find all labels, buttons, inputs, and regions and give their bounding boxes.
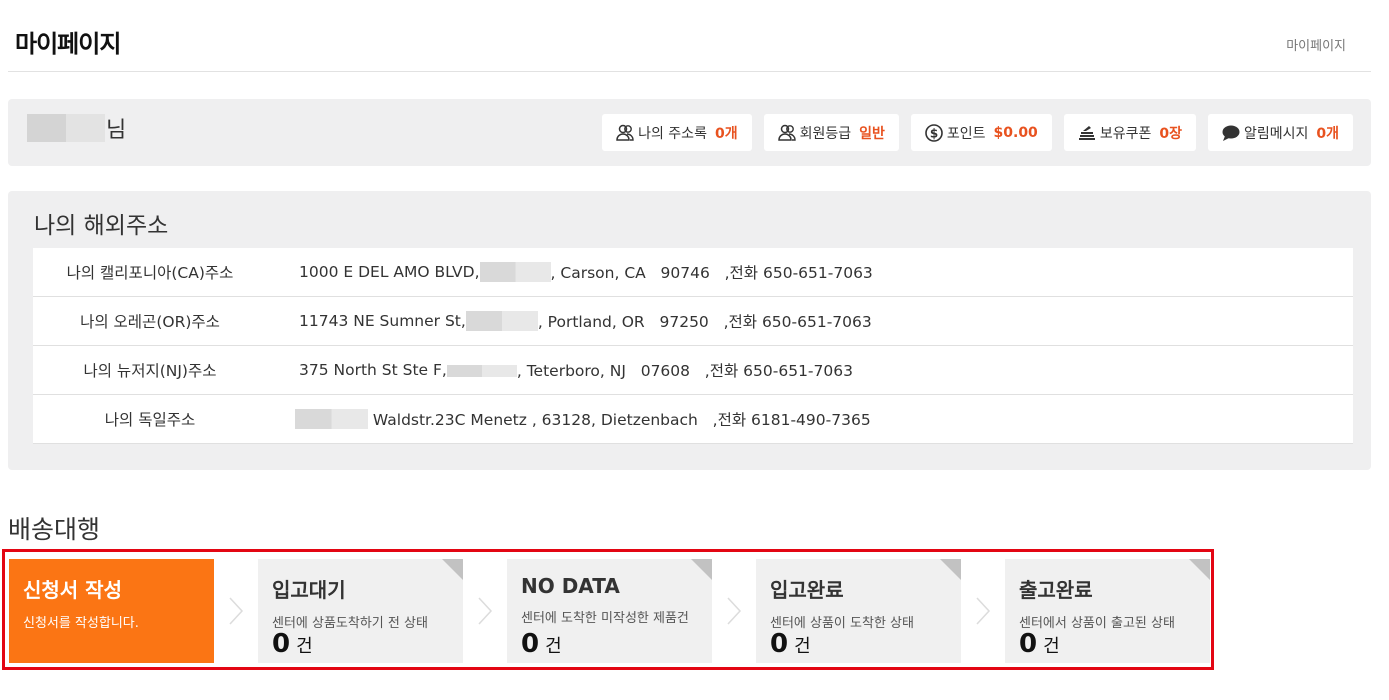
page-header: 마이페이지 마이페이지 <box>8 0 1371 72</box>
stat-value: $0.00 <box>993 124 1038 141</box>
stat-value: 0개 <box>1316 125 1339 142</box>
stat-coupons[interactable]: 보유쿠폰 0장 <box>1063 114 1196 151</box>
corner-fold-icon <box>442 559 463 580</box>
redacted-suite <box>295 409 368 429</box>
step-shipped[interactable]: 출고완료 센터에서 상품이 출고된 상태 0건 <box>1005 559 1210 663</box>
address-table: 나의 캘리포니아(CA)주소 1000 E DEL AMO BLVD, , Ca… <box>33 248 1353 444</box>
chevron-right-icon <box>463 559 507 663</box>
step-application[interactable]: 신청서 작성 신청서를 작성합니다. <box>9 559 214 663</box>
step-count-value: 0 <box>770 629 789 659</box>
user-name: 님 <box>27 113 126 143</box>
user-summary-bar: 님 나의 주소록 0개 회원등급 일반 $ 포인트 $0.00 보유쿠폰 0장 … <box>8 99 1371 166</box>
address-text: Waldstr.23C Menetz , 63128, Dietzenbach … <box>368 411 871 429</box>
address-value[interactable]: 11743 NE Sumner St, , Portland, OR 97250… <box>299 310 872 332</box>
address-row-ca: 나의 캘리포니아(CA)주소 1000 E DEL AMO BLVD, , Ca… <box>33 248 1353 297</box>
step-awaiting-arrival[interactable]: 입고대기 센터에 상품도착하기 전 상태 0건 <box>258 559 463 663</box>
step-title: 신청서 작성 <box>23 578 122 602</box>
address-label: 나의 뉴저지(NJ)주소 <box>83 362 217 380</box>
step-count: 0건 <box>770 629 811 659</box>
address-row-or: 나의 오레곤(OR)주소 11743 NE Sumner St, , Portl… <box>33 297 1353 346</box>
users-icon <box>776 122 798 144</box>
address-row-nj: 나의 뉴저지(NJ)주소 375 North St Ste F, , Teter… <box>33 346 1353 395</box>
step-count-value: 0 <box>521 629 540 659</box>
step-title: 입고완료 <box>770 578 844 602</box>
chevron-right-icon <box>961 559 1005 663</box>
users-icon <box>614 122 636 144</box>
address-value[interactable]: Waldstr.23C Menetz , 63128, Dietzenbach … <box>295 408 871 430</box>
stat-label: 포인트 <box>946 125 986 142</box>
address-text: 375 North St Ste F, <box>299 361 447 379</box>
address-label: 나의 캘리포니아(CA)주소 <box>66 264 234 282</box>
corner-fold-icon <box>940 559 961 580</box>
coupon-stack-icon <box>1076 122 1098 144</box>
user-name-suffix: 님 <box>106 118 127 143</box>
address-value[interactable]: 375 North St Ste F, , Teterboro, NJ 0760… <box>299 359 853 381</box>
stat-points[interactable]: $ 포인트 $0.00 <box>910 114 1052 151</box>
svg-text:$: $ <box>930 126 938 140</box>
step-count-value: 0 <box>272 629 291 659</box>
shipping-steps-highlight: 신청서 작성 신청서를 작성합니다. 입고대기 센터에 상품도착하기 전 상태 … <box>2 549 1214 670</box>
redacted-username <box>27 114 105 142</box>
step-description: 신청서를 작성합니다. <box>23 616 139 631</box>
chevron-right-icon <box>214 559 258 663</box>
stat-notifications[interactable]: 알림메시지 0개 <box>1207 114 1353 151</box>
step-count-unit: 건 <box>545 636 562 657</box>
step-count-value: 0 <box>1019 629 1038 659</box>
address-text: 1000 E DEL AMO BLVD, <box>299 263 480 281</box>
stat-label: 나의 주소록 <box>638 125 707 142</box>
breadcrumb[interactable]: 마이페이지 <box>1286 35 1346 54</box>
address-text: , Teterboro, NJ 07608 ,전화 650-651-7063 <box>516 362 853 380</box>
address-value[interactable]: 1000 E DEL AMO BLVD, , Carson, CA 90746 … <box>299 261 873 283</box>
step-no-data[interactable]: NO DATA 센터에 도착한 미작성한 제품건 0건 <box>507 559 712 663</box>
redacted-suite <box>446 365 517 377</box>
step-count: 0건 <box>1019 629 1060 659</box>
page-title: 마이페이지 <box>15 30 121 58</box>
stat-address-book[interactable]: 나의 주소록 0개 <box>602 114 752 151</box>
stat-label: 보유쿠폰 <box>1099 125 1152 142</box>
address-label: 나의 독일주소 <box>104 411 196 429</box>
shipping-steps: 신청서 작성 신청서를 작성합니다. 입고대기 센터에 상품도착하기 전 상태 … <box>9 559 1210 663</box>
step-count: 0건 <box>521 629 562 659</box>
speech-bubble-icon <box>1220 122 1242 144</box>
section-title: 나의 해외주소 <box>34 213 169 239</box>
step-arrived[interactable]: 입고완료 센터에 상품이 도착한 상태 0건 <box>756 559 961 663</box>
stat-value: 0개 <box>714 125 738 142</box>
address-label: 나의 오레곤(OR)주소 <box>80 313 220 331</box>
stat-value: 일반 <box>859 125 885 142</box>
overseas-address-section: 나의 해외주소 나의 캘리포니아(CA)주소 1000 E DEL AMO BL… <box>8 191 1371 470</box>
dollar-coin-icon: $ <box>923 122 945 144</box>
stat-label: 알림메시지 <box>1243 125 1309 142</box>
chevron-right-icon <box>712 559 756 663</box>
step-title: 입고대기 <box>272 578 346 602</box>
shipping-section-title: 배송대행 <box>8 515 101 544</box>
stat-member-grade[interactable]: 회원등급 일반 <box>763 114 899 151</box>
redacted-suite <box>479 262 551 282</box>
corner-fold-icon <box>1189 559 1210 580</box>
address-row-de: 나의 독일주소 Waldstr.23C Menetz , 63128, Diet… <box>33 395 1353 444</box>
redacted-suite <box>465 311 538 331</box>
address-text: 11743 NE Sumner St, <box>299 312 466 330</box>
step-count-unit: 건 <box>296 636 313 657</box>
user-stats: 나의 주소록 0개 회원등급 일반 $ 포인트 $0.00 보유쿠폰 0장 알림… <box>602 114 1353 151</box>
step-title: NO DATA <box>521 574 620 598</box>
address-text: , Carson, CA 90746 ,전화 650-651-7063 <box>550 264 873 282</box>
stat-label: 회원등급 <box>799 125 852 142</box>
step-count: 0건 <box>272 629 313 659</box>
step-count-unit: 건 <box>794 636 811 657</box>
step-title: 출고완료 <box>1019 578 1093 602</box>
address-text: , Portland, OR 97250 ,전화 650-651-7063 <box>537 313 872 331</box>
step-description: 센터에 도착한 미작성한 제품건 <box>521 611 689 626</box>
stat-value: 0장 <box>1159 125 1182 142</box>
corner-fold-icon <box>691 559 712 580</box>
step-count-unit: 건 <box>1043 636 1060 657</box>
